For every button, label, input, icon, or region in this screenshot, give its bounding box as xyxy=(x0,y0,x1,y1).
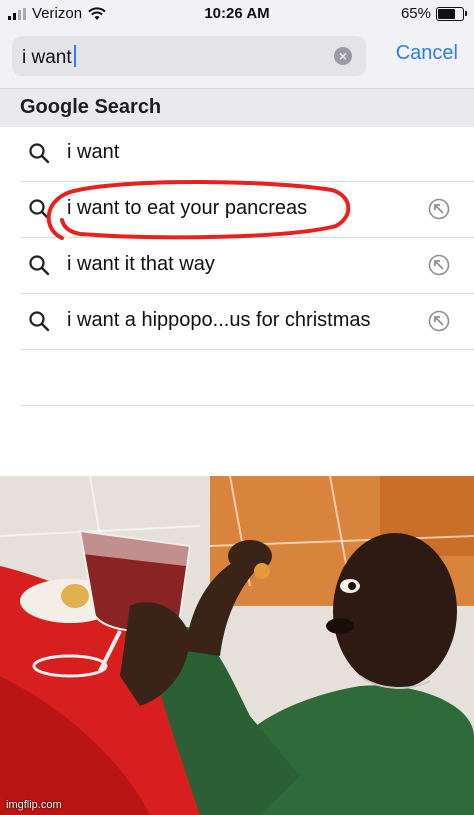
watermark: imgflip.com xyxy=(6,799,62,811)
cancel-button[interactable]: Cancel xyxy=(396,42,458,65)
suggestion-row[interactable]: i want it that way xyxy=(20,238,474,294)
suggestion-row[interactable]: i want xyxy=(20,126,474,182)
suggestion-label: i want it that way xyxy=(67,253,215,275)
suggestion-label: i want xyxy=(67,141,120,163)
search-icon xyxy=(29,311,50,332)
battery-percent: 65% xyxy=(400,5,431,22)
reaction-photo: imgflip.com xyxy=(0,476,474,815)
suggestion-list: i want i want to eat your pancreas i wan… xyxy=(0,126,474,406)
search-icon xyxy=(29,255,50,276)
battery-icon xyxy=(436,6,467,21)
search-query: i want xyxy=(22,47,72,68)
search-icon xyxy=(29,143,50,164)
suggestion-row[interactable]: i want a hippopo...us for christmas xyxy=(20,294,474,350)
status-bar: Verizon 10:26 AM 65% xyxy=(0,0,474,28)
suggestions-header-label: Google Search xyxy=(20,96,162,118)
red-circle-annotation xyxy=(46,180,351,240)
clear-icon[interactable]: × xyxy=(334,47,352,65)
search-header: i want × Cancel xyxy=(0,28,474,88)
empty-row xyxy=(20,350,474,406)
search-input[interactable]: i want × xyxy=(12,36,366,76)
fill-arrow-icon[interactable] xyxy=(428,198,450,220)
fill-arrow-icon[interactable] xyxy=(428,310,450,332)
fill-arrow-icon[interactable] xyxy=(428,254,450,276)
suggestion-label: i want a hippopo...us for christmas xyxy=(67,309,371,331)
reaction-photo-illustration xyxy=(0,476,474,815)
text-caret xyxy=(73,45,76,67)
battery-group: 65% xyxy=(400,5,467,22)
suggestions-header: Google Search xyxy=(0,88,474,127)
